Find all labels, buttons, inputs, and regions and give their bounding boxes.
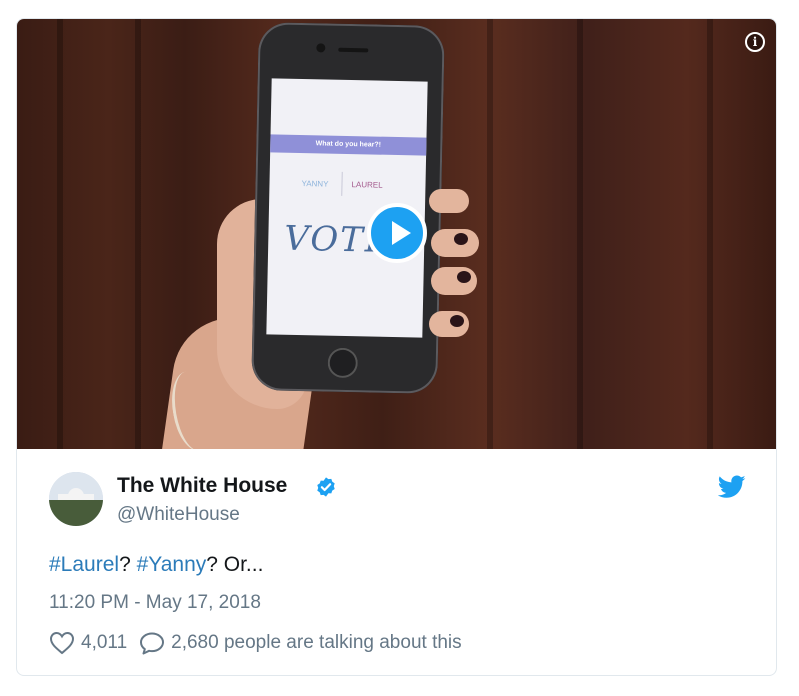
- tweet-text-rest: ? Or...: [206, 553, 264, 576]
- avatar-trees: [49, 500, 103, 526]
- wood-grain: [707, 19, 713, 449]
- phone: What do you hear?! YANNY LAUREL VOTE: [251, 22, 445, 394]
- play-icon[interactable]: [367, 203, 427, 263]
- option-divider: [341, 171, 343, 196]
- wood-grain: [57, 19, 63, 449]
- option-yanny: YANNY: [301, 179, 329, 189]
- info-icon[interactable]: i: [745, 32, 765, 52]
- fingernail: [454, 233, 468, 245]
- video-player[interactable]: What do you hear?! YANNY LAUREL VOTE i: [17, 19, 776, 449]
- wood-grain: [577, 19, 583, 449]
- finger: [431, 267, 477, 295]
- phone-speaker: [338, 47, 369, 53]
- author-handle[interactable]: @WhiteHouse: [117, 504, 240, 526]
- wood-grain: [487, 19, 493, 449]
- twitter-bird-icon[interactable]: [718, 475, 746, 499]
- hashtag-yanny[interactable]: #Yanny: [137, 553, 207, 576]
- tweet-actions: 4,011 2,680 people are talking about thi…: [49, 629, 462, 657]
- phone-camera: [316, 43, 326, 53]
- fingernail: [450, 315, 464, 327]
- replies-text: 2,680 people are talking about this: [171, 632, 462, 653]
- tweet-text: #Laurel? #Yanny? Or...: [49, 553, 263, 577]
- screen-question: What do you hear?!: [270, 134, 427, 156]
- like-button[interactable]: 4,011: [49, 631, 139, 655]
- avatar[interactable]: [49, 472, 103, 526]
- embedded-tweet-card: What do you hear?! YANNY LAUREL VOTE i T…: [16, 18, 777, 676]
- tweet-text-separator: ?: [119, 553, 137, 576]
- fingernail: [457, 271, 471, 283]
- verified-badge-icon: [317, 477, 335, 497]
- phone-home-button: [327, 347, 359, 379]
- like-count: 4,011: [81, 632, 128, 653]
- option-laurel: LAUREL: [351, 180, 383, 190]
- hashtag-laurel[interactable]: #Laurel: [49, 553, 119, 576]
- wood-grain: [135, 19, 141, 449]
- author-name[interactable]: The White House: [117, 474, 287, 498]
- speech-bubble-icon: [140, 632, 165, 655]
- reply-button[interactable]: 2,680 people are talking about this: [139, 631, 462, 655]
- tweet-timestamp[interactable]: 11:20 PM - May 17, 2018: [49, 592, 261, 614]
- heart-icon: [49, 631, 75, 655]
- finger: [429, 189, 469, 213]
